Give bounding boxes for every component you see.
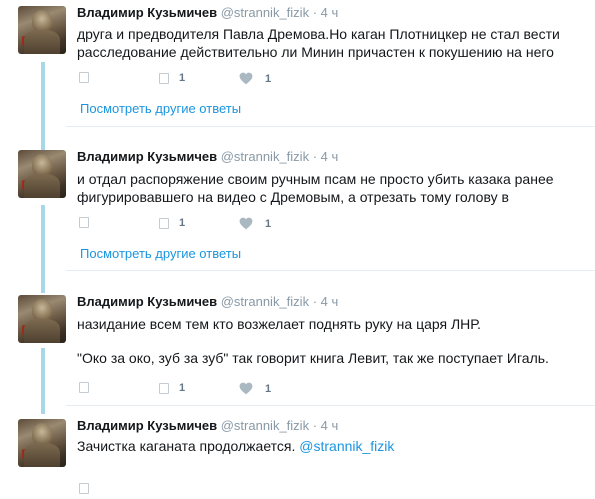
author-name[interactable]: Владимир Кузьмичев (77, 5, 217, 20)
reply-icon (79, 217, 89, 228)
reply-button[interactable] (79, 217, 89, 228)
like-button[interactable]: 1 (239, 382, 271, 395)
tweet-text: назидание всем тем кто возжелает поднять… (77, 315, 587, 367)
timestamp[interactable]: 4 ч (321, 5, 339, 20)
timestamp[interactable]: 4 ч (321, 149, 339, 164)
heart-icon (239, 382, 253, 395)
tweet-text-line: фигурировавшего на видео с Дремовым, а о… (77, 189, 509, 205)
divider (66, 126, 595, 127)
like-count: 1 (265, 72, 272, 85)
like-count: 1 (265, 217, 272, 230)
avatar[interactable] (18, 6, 66, 54)
reply-button[interactable] (79, 483, 89, 494)
separator-dot: · (312, 294, 318, 309)
tweet[interactable]: Владимир Кузьмичев @strannik_fizik · 4 ч… (0, 144, 595, 271)
retweet-button[interactable]: 1 (159, 382, 185, 394)
retweet-button[interactable]: 1 (159, 217, 185, 229)
tweet-text: друга и предводителя Павла Дремова.Но ка… (77, 25, 587, 61)
avatar[interactable] (18, 295, 66, 343)
tweet[interactable]: Владимир Кузьмичев @strannik_fizik · 4 ч… (0, 0, 595, 127)
tweet-text-line: "Око за око, зуб за зуб" так говорит кни… (77, 350, 549, 366)
tweet[interactable]: Владимир Кузьмичев @strannik_fizik · 4 ч… (0, 413, 595, 499)
tweet-text: Зачистка каганата продолжается. @stranni… (77, 437, 587, 455)
author-name[interactable]: Владимир Кузьмичев (77, 149, 217, 164)
tweet-text-line: и отдал распоряжение своим ручным псам н… (77, 171, 554, 187)
tweet-header: Владимир Кузьмичев @strannik_fizik · 4 ч (77, 149, 338, 164)
separator-dot: · (312, 149, 318, 164)
reply-button[interactable] (79, 72, 89, 83)
tweet-text-line: Зачистка каганата продолжается. @stranni… (77, 437, 587, 455)
reply-icon (79, 382, 89, 393)
tweet-text-plain: Зачистка каганата продолжается. (77, 438, 300, 454)
author-handle[interactable]: @strannik_fizik (221, 294, 309, 309)
reply-icon (79, 72, 89, 83)
divider (66, 405, 595, 406)
tweet-text-line: друга и предводителя Павла Дремова.Но ка… (77, 26, 560, 42)
avatar[interactable] (18, 419, 66, 467)
retweet-button[interactable]: 1 (159, 72, 185, 84)
tweet-header: Владимир Кузьмичев @strannik_fizik · 4 ч (77, 294, 338, 309)
timestamp[interactable]: 4 ч (321, 294, 339, 309)
like-count: 1 (265, 382, 272, 395)
retweet-count: 1 (179, 72, 186, 84)
divider (66, 270, 595, 271)
show-more-replies-link[interactable]: Посмотреть другие ответы (80, 246, 241, 261)
heart-icon (239, 217, 253, 230)
tweet-text-line (77, 333, 587, 349)
tweet-text: и отдал распоряжение своим ручным псам н… (77, 170, 587, 206)
show-more-replies-link[interactable]: Посмотреть другие ответы (80, 101, 241, 116)
tweet-text-line: расследование действительно ли Минин при… (77, 44, 554, 60)
retweet-icon (159, 72, 169, 84)
author-handle[interactable]: @strannik_fizik (221, 149, 309, 164)
retweet-icon (159, 382, 169, 394)
avatar[interactable] (18, 150, 66, 198)
retweet-icon (159, 217, 169, 229)
tweet-header: Владимир Кузьмичев @strannik_fizik · 4 ч (77, 5, 338, 20)
like-button[interactable]: 1 (239, 72, 271, 85)
retweet-count: 1 (179, 382, 186, 394)
heart-icon (239, 72, 253, 85)
mention-link[interactable]: @strannik_fizik (299, 438, 394, 454)
separator-dot: · (312, 418, 318, 433)
timestamp[interactable]: 4 ч (321, 418, 339, 433)
separator-dot: · (312, 5, 318, 20)
like-button[interactable]: 1 (239, 217, 271, 230)
tweet[interactable]: Владимир Кузьмичев @strannik_fizik · 4 ч… (0, 289, 595, 407)
author-name[interactable]: Владимир Кузьмичев (77, 418, 217, 433)
tweet-text-line: назидание всем тем кто возжелает поднять… (77, 316, 481, 332)
reply-button[interactable] (79, 382, 89, 393)
reply-icon (79, 483, 89, 494)
author-handle[interactable]: @strannik_fizik (221, 418, 309, 433)
author-name[interactable]: Владимир Кузьмичев (77, 294, 217, 309)
retweet-count: 1 (179, 217, 186, 229)
author-handle[interactable]: @strannik_fizik (221, 5, 309, 20)
tweet-header: Владимир Кузьмичев @strannik_fizik · 4 ч (77, 418, 338, 433)
